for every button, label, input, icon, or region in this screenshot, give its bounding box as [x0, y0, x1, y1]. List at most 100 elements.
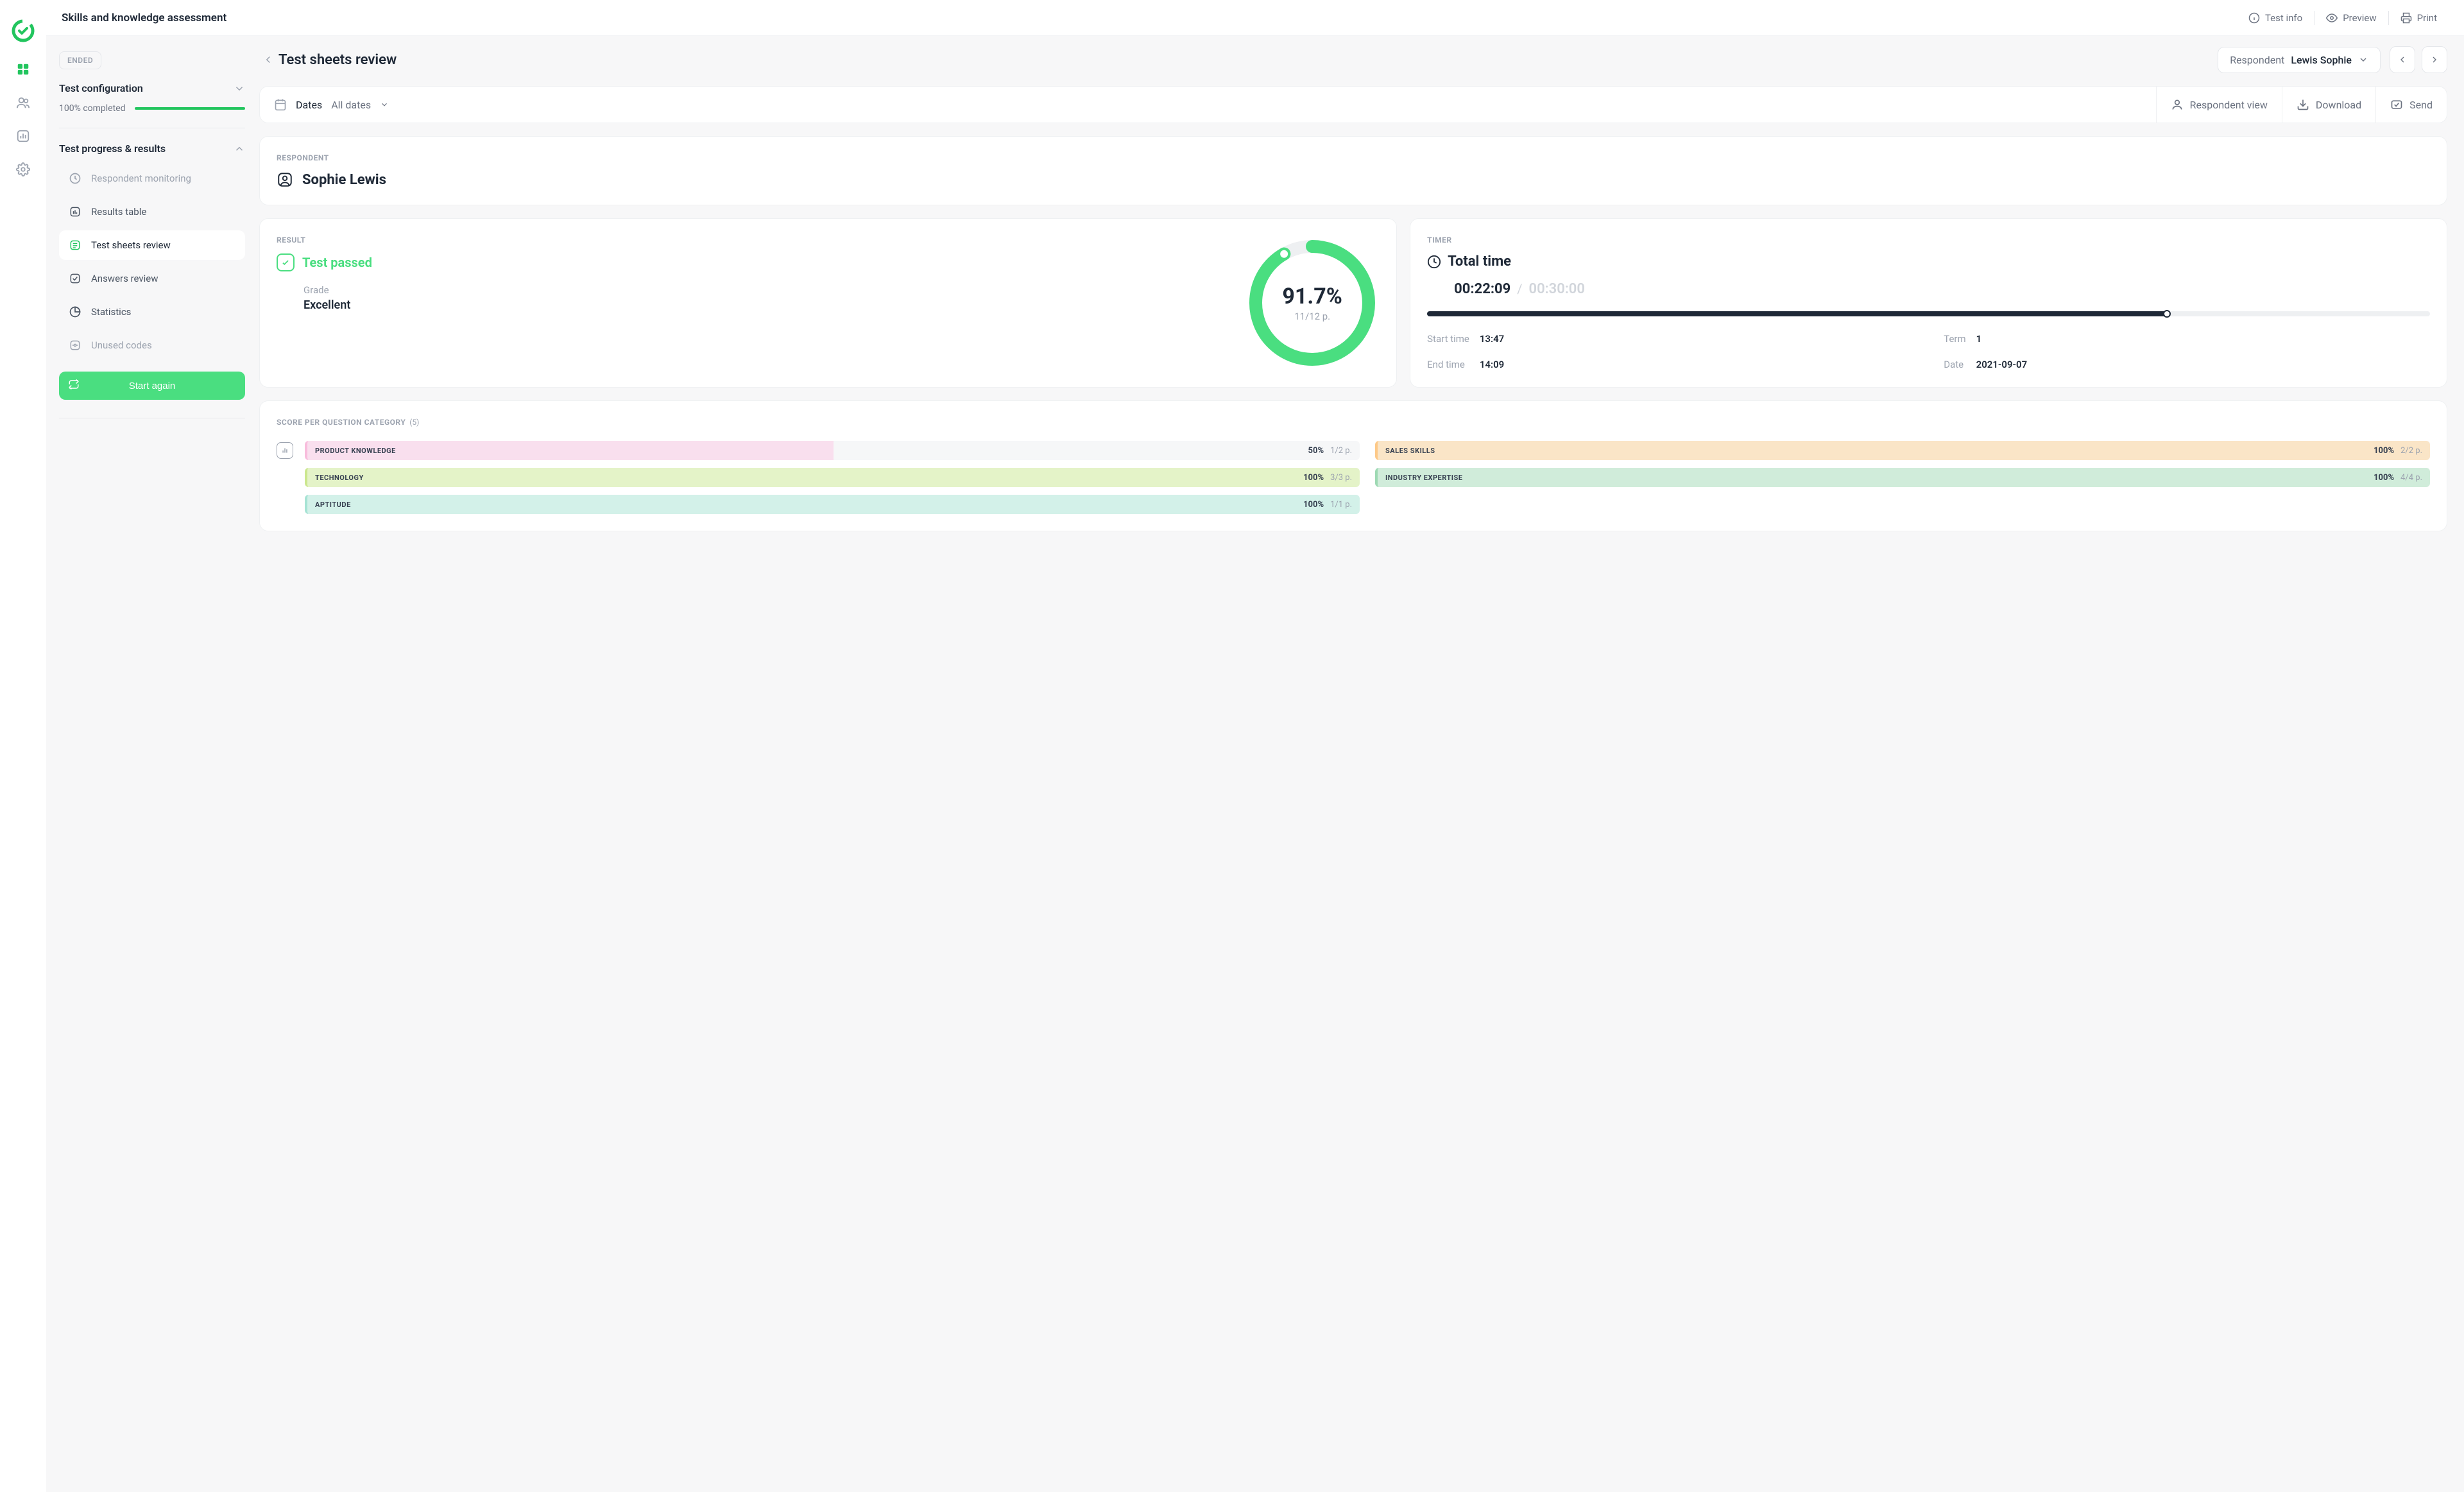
print-action[interactable]: Print	[2389, 12, 2449, 24]
sidebar-item-results-table[interactable]: Results table	[59, 197, 245, 227]
app-logo[interactable]	[10, 18, 36, 44]
sidebar-item-label: Statistics	[91, 306, 131, 318]
content-title: Test sheets review	[278, 52, 397, 68]
config-progress: 100% completed	[59, 103, 245, 114]
respondent-name: Sophie Lewis	[302, 172, 386, 188]
end-time: 14:09	[1480, 359, 1933, 370]
sidebar-item-statistics[interactable]: Statistics	[59, 297, 245, 327]
sidebar: ENDED Test configuration 100% completed …	[46, 36, 245, 1492]
nav-item-icon	[68, 171, 82, 185]
toolbar: Dates All dates Respondent view Download	[259, 86, 2447, 123]
preview-action[interactable]: Preview	[2314, 12, 2388, 24]
print-icon	[2400, 12, 2412, 24]
section-test-configuration[interactable]: Test configuration	[59, 82, 245, 99]
respondent-view-button[interactable]: Respondent view	[2156, 87, 2282, 123]
category-percent: 100%	[2374, 473, 2394, 483]
page-title: Skills and knowledge assessment	[62, 12, 227, 24]
chevron-down-icon	[380, 100, 389, 109]
status-badge: ENDED	[59, 51, 101, 69]
chevron-up-icon	[234, 143, 245, 155]
category-bar: APTITUDE 100% 1/1 p.	[305, 495, 1360, 514]
chevron-down-icon	[2358, 55, 2368, 65]
nav-item-icon	[68, 271, 82, 286]
category-bar: TECHNOLOGY 100% 3/3 p.	[305, 468, 1360, 487]
sidebar-item-label: Respondent monitoring	[91, 173, 191, 184]
repeat-icon	[68, 379, 80, 393]
category-bar: SALES SKILLS 100% 2/2 p.	[1375, 441, 2430, 460]
next-respondent-button[interactable]	[2422, 46, 2447, 73]
sidebar-item-label: Test sheets review	[91, 239, 171, 251]
category-points: 4/4 p.	[2400, 473, 2422, 483]
category-name: TECHNOLOGY	[315, 474, 364, 482]
category-name: APTITUDE	[315, 501, 351, 509]
send-button[interactable]: Send	[2375, 87, 2447, 123]
category-points: 1/1 p.	[1330, 500, 1352, 510]
result-card: RESULT Test passed Grade Excellent	[259, 218, 1397, 388]
chevron-right-icon	[2429, 55, 2440, 65]
category-points: 1/2 p.	[1330, 446, 1352, 456]
sidebar-item-unused-codes[interactable]: Unused codes	[59, 330, 245, 360]
test-info-action[interactable]: Test info	[2237, 12, 2314, 24]
sidebar-item-respondent-monitoring[interactable]: Respondent monitoring	[59, 164, 245, 193]
category-name: PRODUCT KNOWLEDGE	[315, 447, 396, 455]
time-total: 00:30:00	[1529, 281, 1585, 297]
sidebar-item-test-sheets-review[interactable]: Test sheets review	[59, 230, 245, 260]
nav-dashboard-icon[interactable]	[15, 62, 31, 77]
nav-item-icon	[68, 205, 82, 219]
person-icon	[277, 171, 293, 188]
content-header: Test sheets review Respondent Lewis Soph…	[259, 46, 2447, 73]
category-bar: PRODUCT KNOWLEDGE 50% 1/2 p.	[305, 441, 1360, 460]
back-button[interactable]	[259, 51, 277, 69]
section-test-progress[interactable]: Test progress & results	[59, 142, 245, 160]
category-name: SALES SKILLS	[1385, 447, 1435, 455]
chevron-left-icon	[2397, 55, 2408, 65]
send-icon	[2390, 98, 2403, 111]
nav-people-icon[interactable]	[15, 95, 31, 110]
donut-points: 11/12 p.	[1294, 311, 1330, 322]
result-donut-chart: 91.7% 11/12 p.	[1245, 236, 1380, 370]
sidebar-item-answers-review[interactable]: Answers review	[59, 264, 245, 293]
dates-filter[interactable]: Dates All dates	[260, 87, 403, 123]
category-name: INDUSTRY EXPERTISE	[1385, 474, 1462, 482]
respondent-card: RESPONDENT Sophie Lewis	[259, 136, 2447, 205]
check-icon	[277, 253, 295, 271]
start-time: 13:47	[1480, 333, 1933, 345]
nav-item-icon	[68, 338, 82, 352]
eye-icon	[2326, 12, 2338, 24]
score-card: SCORE PER QUESTION CATEGORY (5) PRODUCT …	[259, 400, 2447, 531]
category-points: 3/3 p.	[1330, 473, 1352, 483]
nav-item-icon	[68, 238, 82, 252]
bar-chart-icon	[277, 442, 293, 459]
category-percent: 50%	[1308, 446, 1324, 456]
time-used: 00:22:09	[1454, 281, 1510, 297]
nav-settings-icon[interactable]	[15, 162, 31, 177]
nav-item-icon	[68, 305, 82, 319]
category-points: 2/2 p.	[2400, 446, 2422, 456]
start-again-button[interactable]: Start again	[59, 372, 245, 400]
term-value: 1	[1976, 333, 2430, 345]
result-status: Test passed	[302, 255, 372, 270]
clock-icon	[1427, 255, 1441, 269]
nav-stats-icon[interactable]	[15, 128, 31, 144]
category-percent: 100%	[2374, 446, 2394, 456]
date-value: 2021-09-07	[1976, 359, 2430, 370]
donut-percent: 91.7%	[1282, 284, 1342, 309]
sidebar-item-label: Unused codes	[91, 339, 152, 351]
calendar-icon	[274, 98, 287, 111]
category-percent: 100%	[1303, 500, 1324, 510]
user-icon	[2171, 98, 2184, 111]
sidebar-item-label: Results table	[91, 206, 146, 218]
chevron-left-icon	[262, 54, 274, 65]
time-progress-bar	[1427, 311, 2430, 316]
sidebar-item-label: Answers review	[91, 273, 158, 284]
topbar: Skills and knowledge assessment Test inf…	[46, 0, 2464, 36]
timer-card: TIMER Total time 00:22:09 / 00:30:00	[1410, 218, 2447, 388]
download-button[interactable]: Download	[2282, 87, 2375, 123]
grade-value: Excellent	[304, 298, 1245, 312]
download-icon	[2297, 98, 2309, 111]
info-icon	[2248, 12, 2260, 24]
respondent-select[interactable]: Respondent Lewis Sophie	[2218, 47, 2381, 73]
category-bar: INDUSTRY EXPERTISE 100% 4/4 p.	[1375, 468, 2430, 487]
category-percent: 100%	[1303, 473, 1324, 483]
prev-respondent-button[interactable]	[2390, 46, 2415, 73]
